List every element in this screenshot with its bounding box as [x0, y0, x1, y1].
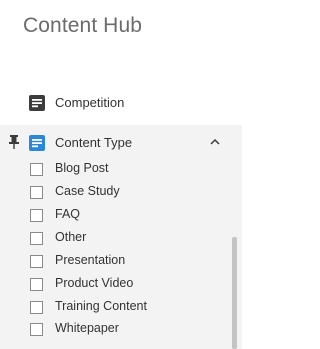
checkbox[interactable] — [30, 255, 43, 268]
checkbox-option-presentation[interactable]: Presentation — [30, 253, 230, 272]
checkbox-option-other[interactable]: Other — [30, 230, 230, 249]
checkbox-label: Case Study — [55, 184, 120, 198]
checkbox[interactable] — [30, 301, 43, 314]
page-title: Content Hub — [23, 14, 143, 37]
checkbox-label: Presentation — [55, 253, 126, 267]
checkbox-label: Training Content — [55, 299, 147, 313]
checkbox[interactable] — [30, 209, 43, 222]
checkbox-label: Blog Post — [55, 161, 109, 175]
checkbox-label: FAQ — [55, 207, 81, 221]
checkbox[interactable] — [30, 278, 43, 291]
nav-item-content-type[interactable]: Content Type — [0, 130, 242, 154]
checkbox-option-product-video[interactable]: Product Video — [30, 276, 230, 295]
checkbox-option-faq[interactable]: FAQ — [30, 207, 230, 226]
checkbox[interactable] — [30, 186, 43, 199]
checkbox-label: Whitepaper — [55, 321, 119, 335]
nav-item-label: Competition — [55, 95, 125, 110]
checkbox-label: Product Video — [55, 276, 134, 290]
checkbox[interactable] — [30, 163, 43, 176]
checkbox[interactable] — [30, 232, 43, 245]
checkbox-option-case-study[interactable]: Case Study — [30, 184, 230, 203]
document-icon — [29, 95, 45, 111]
nav-item-label: Content Type — [55, 135, 133, 150]
checkbox[interactable] — [30, 323, 43, 336]
checkbox-option-blog-post[interactable]: Blog Post — [30, 161, 230, 180]
chevron-up-icon[interactable] — [209, 137, 221, 147]
checkbox-label: Other — [55, 230, 87, 244]
nav-item-competition[interactable]: Competition — [0, 90, 242, 116]
scrollbar-thumb[interactable] — [232, 237, 237, 349]
checkbox-option-whitepaper[interactable]: Whitepaper — [30, 321, 230, 340]
checkbox-option-training-content[interactable]: Training Content — [30, 299, 230, 318]
document-icon — [29, 135, 45, 151]
